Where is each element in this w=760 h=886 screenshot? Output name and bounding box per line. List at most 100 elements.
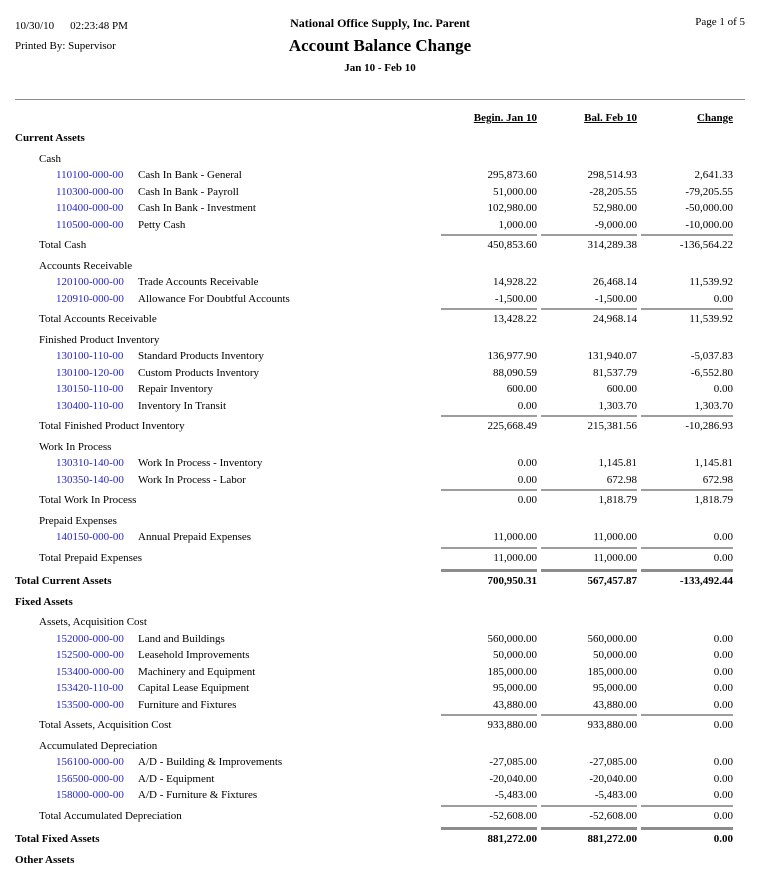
account-label: 110100-000-00Cash In Bank - General: [15, 167, 441, 184]
company-name: National Office Supply, Inc. Parent: [120, 16, 640, 31]
account-description: Allowance For Doubtful Accounts: [138, 293, 290, 305]
subtotal-label: Total Accounts Receivable: [15, 311, 441, 328]
account-row: 120910-000-00Allowance For Doubtful Acco…: [0, 291, 760, 308]
grandtotal-label: Total Current Assets: [15, 573, 441, 590]
account-description: Standard Products Inventory: [138, 350, 264, 362]
bal-feb-value: 52,980.00: [541, 200, 637, 217]
section-label: Fixed Assets: [15, 594, 733, 611]
account-number-link[interactable]: 156500-000-00: [56, 771, 138, 788]
change-value: 0.00: [641, 697, 733, 714]
subsection-label: Cash: [15, 151, 733, 168]
change-value: 0.00: [641, 714, 733, 734]
account-label: 110500-000-00Petty Cash: [15, 217, 441, 234]
section-row: Other Assets: [0, 852, 760, 869]
account-number-link[interactable]: 153400-000-00: [56, 664, 138, 681]
change-value: -50,000.00: [641, 200, 733, 217]
account-label: 152500-000-00Leasehold Improvements: [15, 647, 441, 664]
subsection-label: Work In Process: [15, 439, 733, 456]
begin-jan-value: 0.00: [441, 472, 537, 489]
change-value: 1,303.70: [641, 398, 733, 415]
account-number-link[interactable]: 130350-140-00: [56, 472, 138, 489]
bal-feb-value: -27,085.00: [541, 754, 637, 771]
subsection-label: Accounts Receivable: [15, 258, 733, 275]
account-number-link[interactable]: 120910-000-00: [56, 291, 138, 308]
bal-feb-value: -5,483.00: [541, 787, 637, 804]
begin-jan-value: -27,085.00: [441, 754, 537, 771]
account-number-link[interactable]: 156100-000-00: [56, 754, 138, 771]
account-number-link[interactable]: 153500-000-00: [56, 697, 138, 714]
subsection-row: Cash: [0, 151, 760, 168]
subsection-row: Prepaid Expenses: [0, 513, 760, 530]
account-description: Cash In Bank - Investment: [138, 202, 256, 214]
begin-jan-value: 102,980.00: [441, 200, 537, 217]
account-row: 110100-000-00Cash In Bank - General295,8…: [0, 167, 760, 184]
account-number-link[interactable]: 110400-000-00: [56, 200, 138, 217]
subtotal-row: Total Assets, Acquisition Cost933,880.00…: [0, 714, 760, 734]
account-number-link[interactable]: 130400-110-00: [56, 398, 138, 415]
account-number-link[interactable]: 153420-110-00: [56, 680, 138, 697]
account-number-link[interactable]: 130100-120-00: [56, 365, 138, 382]
account-description: Work In Process - Inventory: [138, 457, 262, 469]
account-row: 152000-000-00Land and Buildings560,000.0…: [0, 631, 760, 648]
begin-jan-value: 14,928.22: [441, 274, 537, 291]
subtotal-label: Total Assets, Acquisition Cost: [15, 717, 441, 734]
header-left: 10/30/1002:23:48 PM Printed By: Supervis…: [15, 16, 128, 56]
grandtotal-row: Total Fixed Assets881,272.00881,272.000.…: [0, 827, 760, 848]
account-label: 158000-000-00A/D - Furniture & Fixtures: [15, 787, 441, 804]
printed-by: Printed By: Supervisor: [15, 36, 128, 56]
section-row: Fixed Assets: [0, 594, 760, 611]
account-description: Custom Products Inventory: [138, 367, 259, 379]
change-value: 0.00: [641, 787, 733, 804]
bal-feb-value: 24,968.14: [541, 308, 637, 328]
bal-feb-value: -9,000.00: [541, 217, 637, 234]
account-number-link[interactable]: 130100-110-00: [56, 348, 138, 365]
change-value: 0.00: [641, 631, 733, 648]
begin-jan-value: 1,000.00: [441, 217, 537, 234]
begin-jan-value: 560,000.00: [441, 631, 537, 648]
change-value: -136,564.22: [641, 234, 733, 254]
account-row: 120100-000-00Trade Accounts Receivable14…: [0, 274, 760, 291]
bal-feb-value: -1,500.00: [541, 291, 637, 308]
bal-feb-value: 50,000.00: [541, 647, 637, 664]
subtotal-row: Total Finished Product Inventory225,668.…: [0, 415, 760, 435]
column-header-feb: Bal. Feb 10: [541, 110, 637, 127]
account-row: 130100-120-00Custom Products Inventory88…: [0, 365, 760, 382]
account-number-link[interactable]: 110100-000-00: [56, 167, 138, 184]
begin-jan-value: 0.00: [441, 455, 537, 472]
account-number-link[interactable]: 158000-000-00: [56, 787, 138, 804]
change-value: 0.00: [641, 381, 733, 398]
account-number-link[interactable]: 152000-000-00: [56, 631, 138, 648]
subsection-label: Accumulated Depreciation: [15, 738, 733, 755]
account-label: 156500-000-00A/D - Equipment: [15, 771, 441, 788]
account-description: Inventory In Transit: [138, 400, 226, 412]
begin-jan-value: 225,668.49: [441, 415, 537, 435]
account-number-link[interactable]: 110300-000-00: [56, 184, 138, 201]
change-value: 672.98: [641, 472, 733, 489]
account-number-link[interactable]: 110500-000-00: [56, 217, 138, 234]
account-label: 120100-000-00Trade Accounts Receivable: [15, 274, 441, 291]
change-value: 0.00: [641, 547, 733, 567]
bal-feb-value: 215,381.56: [541, 415, 637, 435]
account-number-link[interactable]: 130310-140-00: [56, 455, 138, 472]
change-value: -5,037.83: [641, 348, 733, 365]
change-value: 0.00: [641, 529, 733, 546]
account-label: 153400-000-00Machinery and Equipment: [15, 664, 441, 681]
account-description: Annual Prepaid Expenses: [138, 531, 251, 543]
bal-feb-value: -28,205.55: [541, 184, 637, 201]
change-value: -10,000.00: [641, 217, 733, 234]
account-row: 158000-000-00A/D - Furniture & Fixtures -…: [0, 787, 760, 804]
account-number-link[interactable]: 130150-110-00: [56, 381, 138, 398]
account-label: 130350-140-00Work In Process - Labor: [15, 472, 441, 489]
print-datetime: 10/30/1002:23:48 PM: [15, 16, 128, 36]
change-value: 0.00: [641, 754, 733, 771]
account-row: 110400-000-00Cash In Bank - Investment 10…: [0, 200, 760, 217]
change-value: 0.00: [641, 805, 733, 825]
change-value: -10,286.93: [641, 415, 733, 435]
account-number-link[interactable]: 140150-000-00: [56, 529, 138, 546]
bal-feb-value: -20,040.00: [541, 771, 637, 788]
account-row: 153420-110-00Capital Lease Equipment95,0…: [0, 680, 760, 697]
account-number-link[interactable]: 120100-000-00: [56, 274, 138, 291]
account-description: Leasehold Improvements: [138, 649, 250, 661]
account-number-link[interactable]: 152500-000-00: [56, 647, 138, 664]
begin-jan-value: -1,500.00: [441, 291, 537, 308]
